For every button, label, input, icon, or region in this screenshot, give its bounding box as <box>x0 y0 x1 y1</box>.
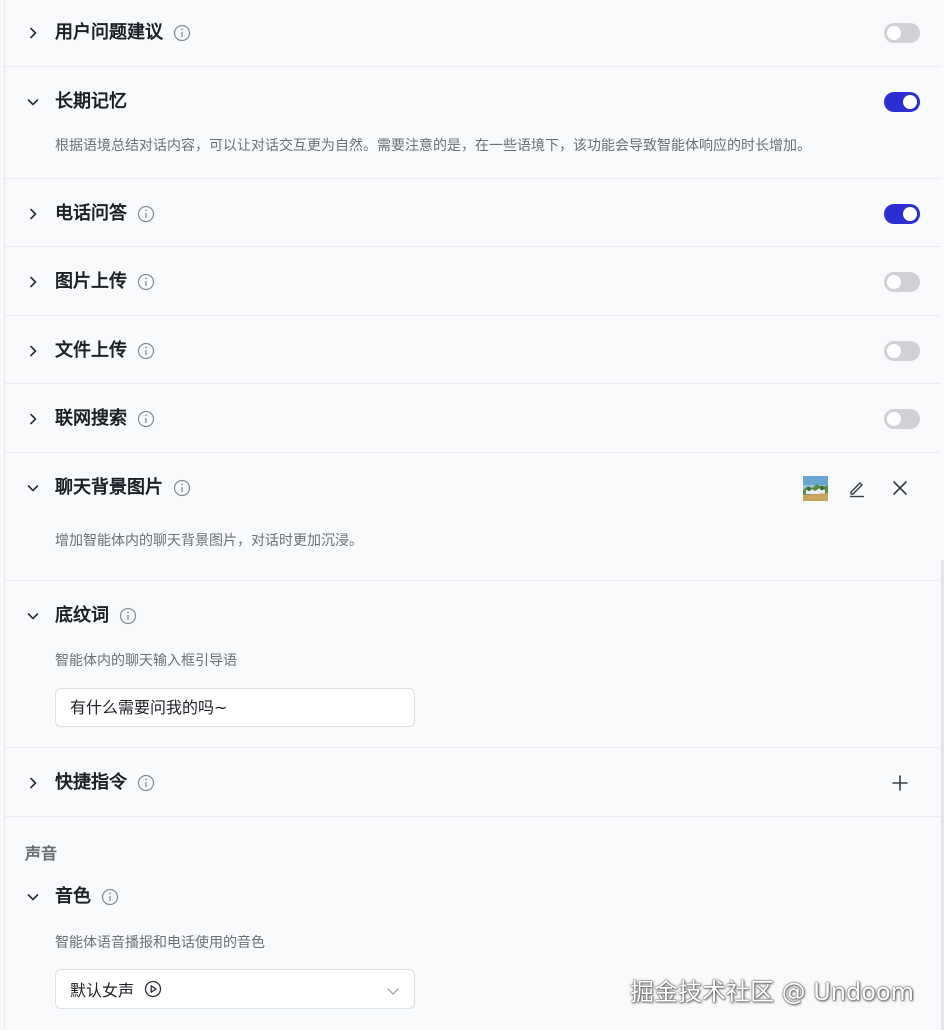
info-icon[interactable] <box>137 774 155 792</box>
chevron-right-icon[interactable] <box>23 409 43 429</box>
row-web-search: 联网搜索 <box>5 384 941 453</box>
file-upload-toggle[interactable] <box>884 341 920 361</box>
image-upload-toggle[interactable] <box>884 272 920 292</box>
chevron-right-icon[interactable] <box>23 341 43 361</box>
row-placeholder: 底纹词 智能体内的聊天输入框引导语 有什么需要问我的吗~ <box>5 581 941 748</box>
web-search-toggle[interactable] <box>884 409 920 429</box>
chevron-right-icon[interactable] <box>23 272 43 292</box>
row-suggest: 用户问题建议 <box>5 0 941 67</box>
row-shortcut: 快捷指令 <box>5 748 941 817</box>
setting-title-text: 聊天背景图片 <box>55 477 163 498</box>
setting-title: 音色 <box>55 882 119 912</box>
setting-title: 联网搜索 <box>55 404 155 434</box>
toggle-knob <box>887 344 901 358</box>
close-icon[interactable] <box>888 476 912 500</box>
memory-toggle[interactable] <box>884 92 920 112</box>
setting-description: 智能体内的聊天输入框引导语 <box>55 653 237 669</box>
info-icon[interactable] <box>173 24 191 42</box>
setting-title: 图片上传 <box>55 267 155 297</box>
info-icon[interactable] <box>137 205 155 223</box>
setting-title: 快捷指令 <box>55 768 155 798</box>
suggest-toggle[interactable] <box>884 23 920 43</box>
setting-title-text: 文件上传 <box>55 340 127 361</box>
setting-title-text: 图片上传 <box>55 271 127 292</box>
setting-title: 文件上传 <box>55 336 155 366</box>
setting-title-text: 电话问答 <box>55 203 127 224</box>
chevron-down-icon[interactable] <box>23 478 43 498</box>
toggle-knob <box>903 95 917 109</box>
chevron-down-icon[interactable] <box>23 606 43 626</box>
chevron-down-icon[interactable] <box>23 887 43 907</box>
setting-description: 增加智能体内的聊天背景图片，对话时更加沉浸。 <box>55 533 363 549</box>
toggle-knob <box>903 207 917 221</box>
setting-title-text: 快捷指令 <box>55 772 127 793</box>
placeholder-input[interactable]: 有什么需要问我的吗~ <box>55 688 415 727</box>
chevron-down-icon[interactable] <box>23 92 43 112</box>
timbre-select[interactable]: 默认女声 <box>55 969 415 1009</box>
info-icon[interactable] <box>137 342 155 360</box>
add-shortcut-icon[interactable] <box>888 771 912 795</box>
chevron-down-icon <box>386 983 400 997</box>
setting-description: 根据语境总结对话内容，可以让对话交互更为自然。需要注意的是，在一些语境下，该功能… <box>55 138 811 154</box>
phone-toggle[interactable] <box>884 204 920 224</box>
setting-title-text: 音色 <box>55 886 91 907</box>
chevron-right-icon[interactable] <box>23 204 43 224</box>
setting-title-text: 长期记忆 <box>55 91 127 112</box>
info-icon[interactable] <box>137 410 155 428</box>
row-memory: 长期记忆 根据语境总结对话内容，可以让对话交互更为自然。需要注意的是，在一些语境… <box>5 67 941 179</box>
info-icon[interactable] <box>101 888 119 906</box>
info-icon[interactable] <box>173 479 191 497</box>
settings-panel: 用户问题建议 长期记忆 根据语境总结对话内容，可以让对话交互更为自然。需要注意的… <box>4 0 944 1030</box>
edit-icon[interactable] <box>845 476 869 500</box>
setting-description: 智能体语音播报和电话使用的音色 <box>55 935 265 951</box>
setting-title: 用户问题建议 <box>55 18 191 48</box>
setting-title: 长期记忆 <box>55 87 127 117</box>
toggle-knob <box>887 412 901 426</box>
setting-title: 电话问答 <box>55 199 155 229</box>
setting-title: 聊天背景图片 <box>55 473 191 503</box>
setting-title: 底纹词 <box>55 601 137 631</box>
play-icon[interactable] <box>144 980 162 998</box>
toggle-knob <box>887 275 901 289</box>
toggle-knob <box>887 26 901 40</box>
timbre-selected-value: 默认女声 <box>70 981 135 1000</box>
setting-title-text: 用户问题建议 <box>55 22 163 43</box>
row-file-upload: 文件上传 <box>5 316 941 384</box>
chevron-right-icon[interactable] <box>23 23 43 43</box>
chevron-right-icon[interactable] <box>23 773 43 793</box>
info-icon[interactable] <box>137 273 155 291</box>
row-image-upload: 图片上传 <box>5 247 941 316</box>
section-label-voice: 声音 <box>25 844 58 863</box>
info-icon[interactable] <box>119 607 137 625</box>
setting-title-text: 底纹词 <box>55 605 109 626</box>
watermark: 掘金技术社区 @ Undoom <box>629 978 914 1006</box>
setting-title-text: 联网搜索 <box>55 408 127 429</box>
row-phone: 电话问答 <box>5 179 941 247</box>
row-background: 聊天背景图片 增加智能体内的聊天背景图片，对话时更加沉浸。 <box>5 453 941 581</box>
background-thumbnail[interactable] <box>803 476 828 501</box>
